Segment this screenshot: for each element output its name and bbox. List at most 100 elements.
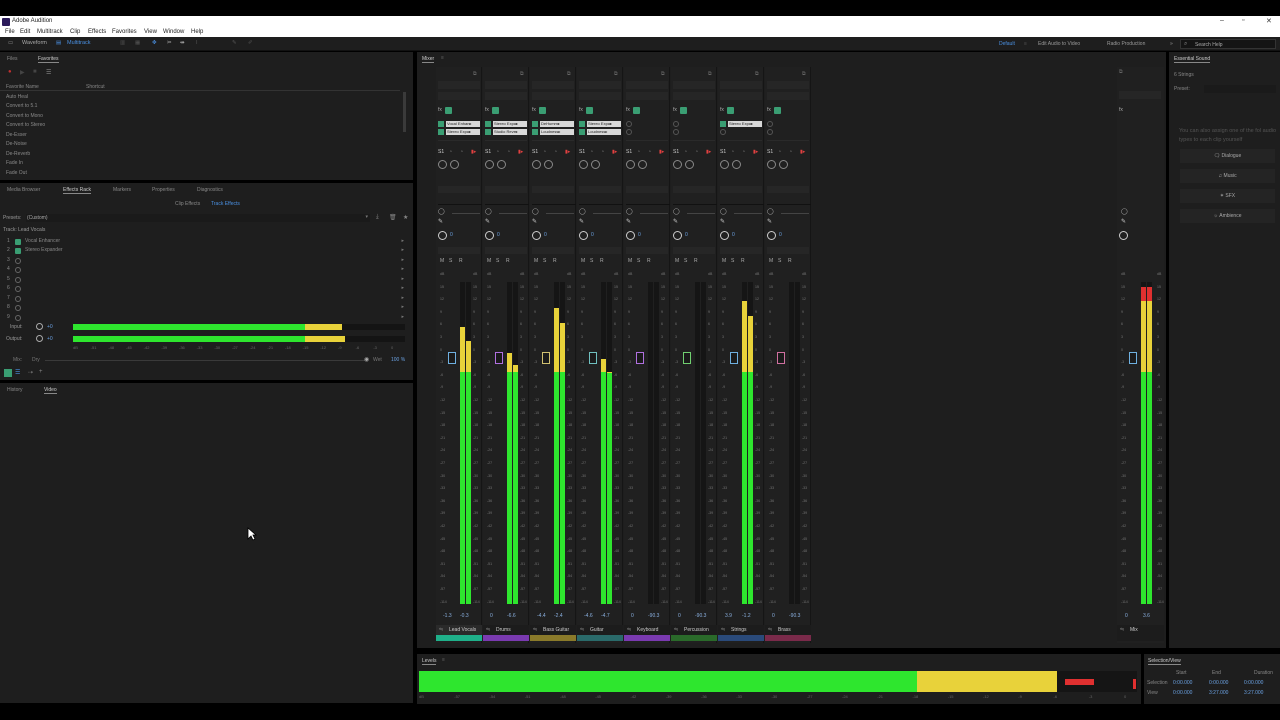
list-item[interactable]: Convert to Stereo	[6, 122, 45, 128]
tab-video[interactable]: Video	[44, 387, 57, 394]
power-icon[interactable]	[15, 296, 21, 302]
list-item[interactable]: Fade Out	[6, 170, 27, 176]
record-icon[interactable]: ●	[8, 69, 12, 75]
effect-slot[interactable]: 7 ▸	[4, 295, 404, 304]
clip-indicator[interactable]	[1133, 679, 1136, 689]
eq-edit-icon[interactable]: ✎	[1121, 218, 1126, 225]
list-item[interactable]: De-Noise	[6, 141, 27, 147]
pan-knob[interactable]	[1119, 231, 1128, 240]
workspace-default[interactable]: Default	[999, 41, 1015, 47]
play-icon[interactable]: ▶	[20, 69, 25, 76]
selection-duration[interactable]: 0:00.000	[1244, 680, 1263, 686]
list-item[interactable]: Auto Heal	[6, 94, 28, 100]
power-icon[interactable]	[15, 277, 21, 283]
output-gain-value[interactable]: +0	[47, 336, 53, 342]
view-end[interactable]: 3:27.000	[1209, 690, 1228, 696]
list-item[interactable]: Fade In	[6, 160, 23, 166]
tab-levels[interactable]: Levels	[422, 658, 437, 665]
list-item[interactable]: Convert to 5.1	[6, 103, 37, 109]
list-item[interactable]: De-Reverb	[6, 151, 30, 157]
tab-diagnostics[interactable]: Diagnostics	[197, 187, 223, 193]
spectral-icon[interactable]: ▦	[135, 40, 140, 46]
type-music-button[interactable]: ♫ Music	[1180, 169, 1275, 183]
type-dialogue-button[interactable]: 🗨 Dialogue	[1180, 149, 1275, 163]
power-icon[interactable]	[15, 267, 21, 273]
menu-window[interactable]: Window	[163, 29, 184, 35]
effect-slot[interactable]: 2 Stereo Expander ▸	[4, 247, 404, 256]
search-box[interactable]: ⌕ Search Help	[1180, 39, 1276, 49]
menu-edit[interactable]: Edit	[20, 29, 30, 35]
track-name-slot[interactable]: ⇋ Mix	[1117, 625, 1164, 641]
save-preset-icon[interactable]: ⤓	[376, 214, 379, 221]
stop-icon[interactable]: ■	[33, 69, 37, 75]
rack-list-icon[interactable]: ☰	[15, 369, 20, 376]
input-gain-value[interactable]: +0	[47, 324, 53, 330]
list-item[interactable]: Convert to Mono	[6, 113, 43, 119]
more-workspaces-icon[interactable]: »	[1170, 41, 1173, 47]
edit-track-icon[interactable]: ⧉	[1119, 69, 1123, 75]
meter-icon[interactable]: ▥	[120, 40, 125, 46]
favorite-star-icon[interactable]: ★	[403, 214, 408, 221]
rack-route-icon[interactable]: ⇢	[28, 369, 33, 376]
mix-slider-handle[interactable]: ◉	[364, 356, 369, 363]
slip-tool-icon[interactable]: ⇹	[180, 40, 185, 46]
menu-favorites[interactable]: Favorites	[112, 29, 137, 35]
workspace-menu-icon[interactable]: ≡	[1024, 41, 1027, 47]
delete-preset-icon[interactable]: 🗑	[389, 214, 397, 221]
search-input[interactable]: Search Help	[1195, 42, 1223, 48]
view-duration[interactable]: 3:27.000	[1244, 690, 1263, 696]
move-tool-icon[interactable]: ✥	[152, 40, 157, 46]
multitrack-button[interactable]: Multitrack	[67, 40, 91, 46]
type-sfx-button[interactable]: ✶ SFX	[1180, 189, 1275, 203]
spot-heal-icon[interactable]: ✐	[248, 40, 253, 46]
menu-effects[interactable]: Effects	[88, 29, 106, 35]
eq-power-icon[interactable]: ◯	[1121, 208, 1128, 215]
type-ambience-button[interactable]: ☼ Ambience	[1180, 209, 1275, 223]
output-gain-knob[interactable]	[36, 335, 43, 342]
workspace-edit-video[interactable]: Edit Audio to Video	[1038, 41, 1080, 47]
menu-clip[interactable]: Clip	[70, 29, 80, 35]
maximize-icon[interactable]: ▫	[1242, 17, 1244, 24]
input-gain-knob[interactable]	[36, 323, 43, 330]
panel-menu-icon[interactable]: ≡	[442, 657, 445, 663]
power-icon[interactable]	[15, 305, 21, 311]
power-icon[interactable]	[15, 315, 21, 321]
panel-menu-icon[interactable]: ≡	[441, 55, 444, 61]
effect-slot[interactable]: 9 ▸	[4, 314, 404, 323]
effect-slot[interactable]: 5 ▸	[4, 276, 404, 285]
power-icon[interactable]	[15, 258, 21, 264]
tab-favorites[interactable]: Favorites	[38, 56, 59, 63]
brush-tool-icon[interactable]: ✎	[232, 40, 237, 46]
workspace-radio[interactable]: Radio Production	[1107, 41, 1145, 47]
power-icon[interactable]	[15, 239, 21, 245]
power-icon[interactable]	[15, 286, 21, 292]
scrollbar[interactable]	[403, 92, 406, 132]
tab-history[interactable]: History	[7, 387, 23, 393]
mix-slider[interactable]	[45, 360, 365, 361]
tab-markers[interactable]: Markers	[113, 187, 131, 193]
tab-mixer[interactable]: Mixer	[422, 56, 435, 63]
menu-multitrack[interactable]: Multitrack	[37, 29, 63, 35]
tab-essential-sound[interactable]: Essential Sound	[1174, 56, 1211, 63]
time-select-icon[interactable]: I	[196, 40, 198, 46]
tab-files[interactable]: Files	[7, 56, 18, 62]
selection-start[interactable]: 0:00.000	[1173, 680, 1192, 686]
menu-view[interactable]: View	[144, 29, 157, 35]
tab-properties[interactable]: Properties	[152, 187, 175, 193]
tab-track-effects[interactable]: Track Effects	[211, 201, 240, 207]
rack-power-icon[interactable]	[4, 369, 12, 377]
view-start[interactable]: 0:00.000	[1173, 690, 1192, 696]
rack-add-icon[interactable]: +	[39, 369, 43, 375]
waveform-button[interactable]: Waveform	[22, 40, 47, 46]
tab-effects-rack[interactable]: Effects Rack	[63, 187, 91, 194]
effect-slot[interactable]: 4 ▸	[4, 266, 404, 275]
minimize-icon[interactable]: –	[1220, 17, 1224, 24]
razor-tool-icon[interactable]: ✂	[167, 40, 172, 46]
menu-help[interactable]: Help	[191, 29, 203, 35]
wet-value[interactable]: 100 %	[391, 357, 405, 363]
power-icon[interactable]	[15, 248, 21, 254]
menu-file[interactable]: File	[5, 29, 15, 35]
list-icon[interactable]: ☰	[46, 69, 51, 76]
selection-end[interactable]: 0:00.000	[1209, 680, 1228, 686]
tab-media-browser[interactable]: Media Browser	[7, 187, 40, 193]
